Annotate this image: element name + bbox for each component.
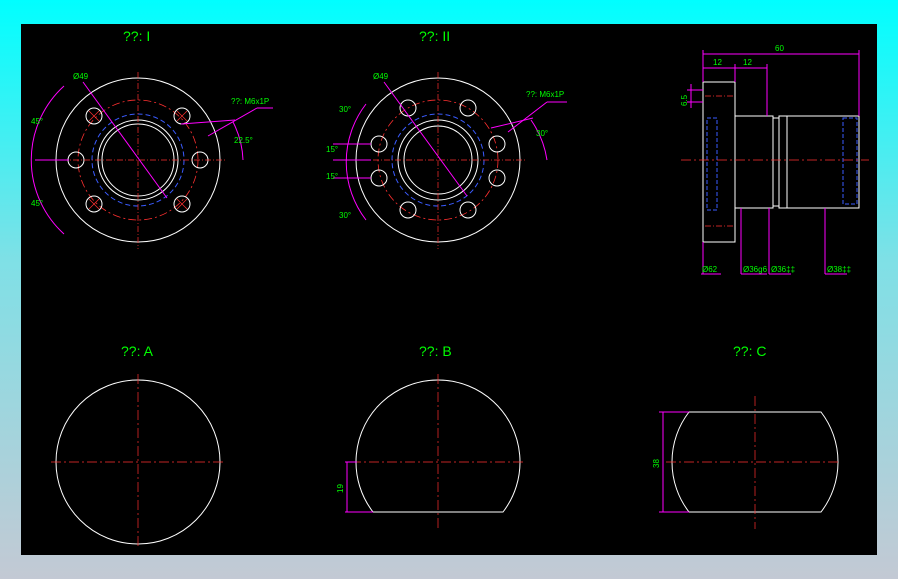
dim-12b: 12 bbox=[743, 58, 752, 67]
view-c: ??: C 38 bbox=[652, 343, 841, 529]
view-1-flange: ??: I Ø49 ??: M6x1P 45° 45° 22.5° bbox=[30, 28, 273, 249]
view-a: ??: A bbox=[51, 343, 226, 549]
dim-19: 19 bbox=[336, 484, 345, 493]
center-lines bbox=[51, 72, 226, 249]
side-hidden-lines bbox=[706, 117, 858, 211]
thread-label: ??: M6x1P bbox=[231, 97, 269, 106]
view-2-flange: ??: II Ø49 ??: M6x1P 30° 15° 15° 30° 30° bbox=[326, 28, 567, 249]
dia-label: Ø49 bbox=[73, 72, 89, 81]
dia-36h: Ø36‡‡ bbox=[771, 265, 795, 274]
angle-label-30-bottom: 30° bbox=[339, 211, 351, 220]
dimension-lines bbox=[345, 461, 373, 513]
view-b-title: ??: B bbox=[419, 343, 452, 359]
thread-label: ??: M6x1P bbox=[526, 90, 564, 99]
angle-label-30-top: 30° bbox=[339, 105, 351, 114]
dim-60: 60 bbox=[775, 44, 784, 53]
view-2-title: ??: II bbox=[419, 28, 450, 44]
dia-label: Ø49 bbox=[373, 72, 389, 81]
center-lines bbox=[351, 374, 526, 529]
angle-label-15-a: 15° bbox=[326, 145, 338, 154]
angle-label-c: 22.5° bbox=[234, 136, 253, 145]
dimension-lines bbox=[333, 81, 567, 221]
dim-38: 38 bbox=[652, 459, 661, 468]
dia-36g6: Ø36g6 bbox=[743, 265, 768, 274]
dia-62: Ø62 bbox=[702, 265, 718, 274]
center-lines bbox=[351, 72, 526, 249]
center-lines bbox=[51, 374, 226, 549]
view-a-title: ??: A bbox=[121, 343, 154, 359]
drawing-canvas[interactable]: ??: I Ø49 ??: M6x1P 45° 45° 22.5° ??: II… bbox=[21, 24, 877, 555]
side-profile bbox=[702, 81, 860, 243]
angle-label-30-right: 30° bbox=[536, 129, 548, 138]
dia-38: Ø38‡‡ bbox=[827, 265, 851, 274]
dim-6-5: 6.5 bbox=[680, 94, 689, 106]
view-1-title: ??: I bbox=[123, 28, 150, 44]
view-c-title: ??: C bbox=[733, 343, 766, 359]
view-b: ??: B 19 bbox=[336, 343, 526, 529]
dim-12a: 12 bbox=[713, 58, 722, 67]
side-view: 60 12 12 6.5 Ø62 Ø36g6 Ø36‡‡ Ø38‡‡ bbox=[680, 44, 869, 275]
center-lines bbox=[666, 396, 841, 529]
angle-label-15-b: 15° bbox=[326, 172, 338, 181]
angle-label-a: 45° bbox=[31, 117, 43, 126]
angle-label-b: 45° bbox=[31, 199, 43, 208]
